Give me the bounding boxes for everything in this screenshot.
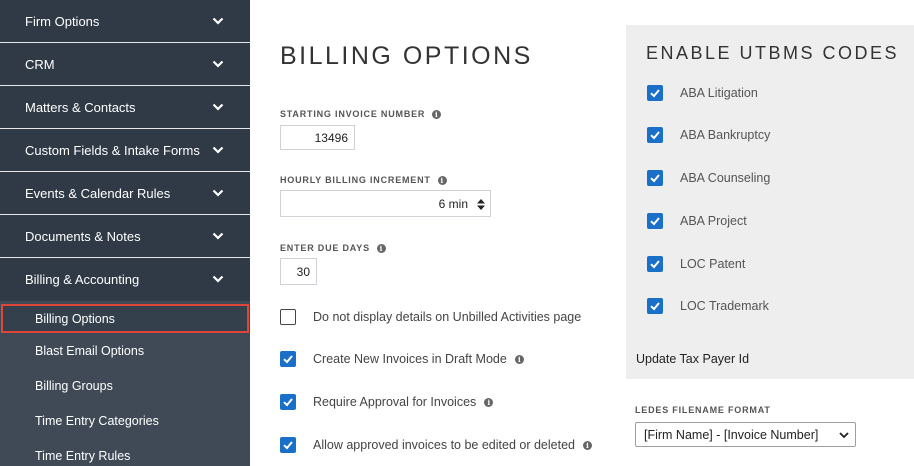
checkbox-label: Allow approved invoices to be edited or … xyxy=(313,438,575,452)
sidebar-section-events-calendar[interactable]: Events & Calendar Rules xyxy=(0,172,250,215)
starting-invoice-label: STARTING INVOICE NUMBER i xyxy=(280,109,442,119)
option-allow-edit-approved[interactable]: Allow approved invoices to be edited or … xyxy=(280,437,592,453)
sidebar-section-custom-fields[interactable]: Custom Fields & Intake Forms xyxy=(0,129,250,172)
sidebar-section-crm[interactable]: CRM xyxy=(0,43,250,86)
checkbox-label: Do not display details on Unbilled Activ… xyxy=(313,310,582,324)
ledes-selected-value: [Firm Name] - [Invoice Number] xyxy=(644,427,819,442)
starting-invoice-input[interactable]: 13496 xyxy=(280,125,355,150)
checkmark-icon xyxy=(650,260,660,269)
sidebar-item-label: Time Entry Rules xyxy=(35,448,131,463)
sidebar-section-label: Billing & Accounting xyxy=(25,272,140,287)
info-icon[interactable]: i xyxy=(484,397,494,407)
checkbox-label: ABA Counseling xyxy=(680,171,771,185)
sidebar-item-label: Billing Options xyxy=(35,311,115,326)
ledes-filename-format-select[interactable]: [Firm Name] - [Invoice Number] xyxy=(635,422,856,447)
info-icon[interactable]: i xyxy=(437,175,447,185)
due-days-value: 30 xyxy=(296,264,310,279)
sidebar-section-label: Custom Fields & Intake Forms xyxy=(25,142,200,158)
checkbox-label: Require Approval for Invoices xyxy=(313,395,477,409)
hourly-increment-value: 6 min xyxy=(438,196,468,211)
checkbox[interactable] xyxy=(647,298,663,314)
checkbox[interactable] xyxy=(647,170,663,186)
sidebar-item-blast-email-options[interactable]: Blast Email Options xyxy=(0,333,250,368)
sidebar-item-time-entry-rules[interactable]: Time Entry Rules xyxy=(0,438,250,466)
due-days-label-text: ENTER DUE DAYS xyxy=(280,243,370,253)
checkbox[interactable] xyxy=(647,85,663,101)
option-draft-mode[interactable]: Create New Invoices in Draft Mode i xyxy=(280,351,524,367)
chevron-down-icon xyxy=(212,275,224,283)
option-hide-unbilled-details[interactable]: Do not display details on Unbilled Activ… xyxy=(280,309,581,325)
chevron-down-icon xyxy=(839,432,849,439)
checkbox[interactable] xyxy=(280,351,296,367)
hourly-increment-label: HOURLY BILLING INCREMENT i xyxy=(280,175,447,185)
checkmark-icon xyxy=(283,398,293,407)
info-icon[interactable]: i xyxy=(376,243,386,253)
sidebar-section-label: Matters & Contacts xyxy=(25,99,136,115)
due-days-input[interactable]: 30 xyxy=(280,258,317,285)
info-icon[interactable]: i xyxy=(514,354,524,364)
utbms-code-loc-trademark[interactable]: LOC Trademark xyxy=(647,298,769,314)
sidebar-item-billing-groups[interactable]: Billing Groups xyxy=(0,368,250,403)
checkmark-icon xyxy=(283,441,293,450)
utbms-code-aba-project[interactable]: ABA Project xyxy=(647,213,747,229)
checkmark-icon xyxy=(650,89,660,98)
due-days-label: ENTER DUE DAYS i xyxy=(280,243,386,253)
settings-sidebar: Firm Options CRM Matters & Contacts Cust… xyxy=(0,0,250,466)
starting-invoice-label-text: STARTING INVOICE NUMBER xyxy=(280,109,426,119)
chevron-down-icon xyxy=(212,232,224,240)
chevron-down-icon xyxy=(212,103,224,111)
info-icon[interactable]: i xyxy=(582,440,592,450)
checkbox[interactable] xyxy=(647,256,663,272)
checkbox-label: ABA Litigation xyxy=(680,86,758,100)
chevron-down-icon xyxy=(212,60,224,68)
sidebar-section-firm-options[interactable]: Firm Options xyxy=(0,0,250,43)
sidebar-item-billing-options[interactable]: Billing Options xyxy=(1,304,249,333)
utbms-codes-panel: ENABLE UTBMS CODES ABA Litigation ABA Ba… xyxy=(626,25,914,379)
ledes-filename-format-label: LEDES FILENAME FORMAT xyxy=(635,405,771,415)
checkmark-icon xyxy=(650,302,660,311)
checkmark-icon xyxy=(650,131,660,140)
utbms-code-loc-patent[interactable]: LOC Patent xyxy=(647,256,745,272)
sidebar-section-billing-accounting[interactable]: Billing & Accounting xyxy=(0,258,250,301)
checkbox-label: Create New Invoices in Draft Mode xyxy=(313,352,507,366)
sidebar-item-time-entry-categories[interactable]: Time Entry Categories xyxy=(0,403,250,438)
hourly-increment-label-text: HOURLY BILLING INCREMENT xyxy=(280,175,431,185)
checkbox[interactable] xyxy=(280,394,296,410)
checkmark-icon xyxy=(650,217,660,226)
utbms-code-aba-litigation[interactable]: ABA Litigation xyxy=(647,85,758,101)
sidebar-section-label: Documents & Notes xyxy=(25,228,141,244)
sidebar-section-label: CRM xyxy=(25,56,55,72)
sidebar-section-matters-contacts[interactable]: Matters & Contacts xyxy=(0,86,250,129)
chevron-down-icon xyxy=(212,189,224,197)
chevron-down-icon xyxy=(212,17,224,25)
checkbox-label: ABA Bankruptcy xyxy=(680,128,771,142)
sidebar-section-documents-notes[interactable]: Documents & Notes xyxy=(0,215,250,258)
checkmark-icon xyxy=(650,174,660,183)
info-icon[interactable]: i xyxy=(432,109,442,119)
utbms-code-aba-counseling[interactable]: ABA Counseling xyxy=(647,170,770,186)
sidebar-section-label: Events & Calendar Rules xyxy=(25,185,171,201)
starting-invoice-value: 13496 xyxy=(314,130,348,145)
sort-arrows-icon xyxy=(477,199,485,210)
update-tax-payer-id-link[interactable]: Update Tax Payer Id xyxy=(636,352,749,366)
checkbox-label: LOC Trademark xyxy=(680,299,769,313)
sidebar-item-label: Blast Email Options xyxy=(35,343,145,358)
sidebar-item-label: Billing Groups xyxy=(35,378,113,393)
checkbox[interactable] xyxy=(280,309,296,325)
checkmark-icon xyxy=(283,355,293,364)
checkbox-label: LOC Patent xyxy=(680,257,746,271)
chevron-down-icon xyxy=(212,146,224,154)
hourly-increment-select[interactable]: 6 min xyxy=(280,190,491,217)
checkbox-label: ABA Project xyxy=(680,214,747,228)
page-title: BILLING OPTIONS xyxy=(280,42,533,70)
utbms-panel-title: ENABLE UTBMS CODES xyxy=(646,43,900,63)
sidebar-item-label: Time Entry Categories xyxy=(35,413,159,428)
checkbox[interactable] xyxy=(647,213,663,229)
sidebar-section-label: Firm Options xyxy=(25,13,100,29)
utbms-code-aba-bankruptcy[interactable]: ABA Bankruptcy xyxy=(647,127,770,143)
option-require-approval[interactable]: Require Approval for Invoices i xyxy=(280,394,494,410)
checkbox[interactable] xyxy=(280,437,296,453)
checkbox[interactable] xyxy=(647,127,663,143)
